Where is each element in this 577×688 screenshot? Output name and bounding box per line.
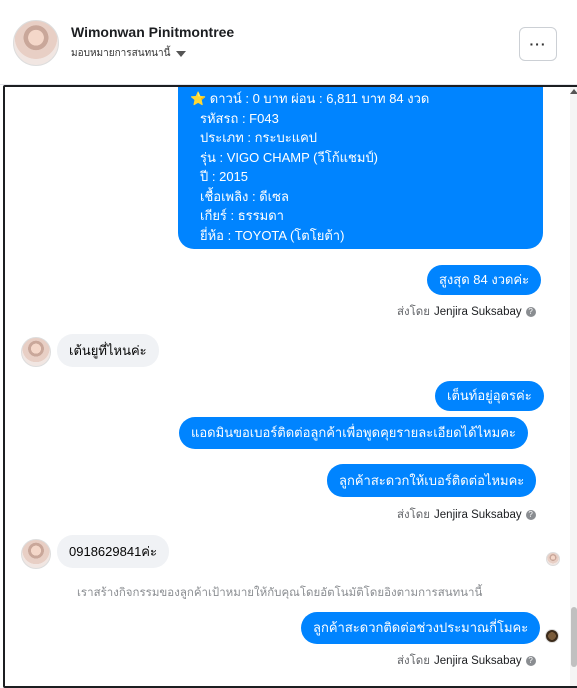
more-options-button[interactable]: ··· bbox=[519, 27, 557, 61]
sent-by-label: ส่งโดย Jenjira Suksabay? bbox=[397, 506, 536, 524]
message-bubble-incoming: 0918629841ค่ะ bbox=[57, 535, 169, 568]
message-bubble-outgoing: แอดมินขอเบอร์ติดต่อลูกค้าเพื่อพูดคุยรายล… bbox=[179, 417, 528, 449]
message-bubble-details: ⭐ ดาวน์ : 0 บาท ผ่อน : 6,811 บาท 84 งวด … bbox=[178, 87, 543, 249]
detail-line: เชื้อเพลิง : ดีเซล bbox=[200, 188, 289, 204]
detail-line: ยี่ห้อ : TOYOTA (โตโยต้า) bbox=[200, 227, 345, 243]
message-bubble-outgoing: สูงสุด 84 งวดค่ะ bbox=[427, 265, 542, 295]
seen-receipt-avatar bbox=[545, 629, 559, 643]
contact-avatar-small bbox=[21, 337, 51, 367]
help-icon[interactable]: ? bbox=[525, 510, 536, 520]
caret-down-icon bbox=[176, 50, 187, 57]
detail-line: เกียร์ : ธรรมดา bbox=[200, 208, 284, 223]
detail-line: รุ่น : VIGO CHAMP (วีโก้แชมป์) bbox=[200, 149, 378, 165]
assign-label: มอบหมายการสนทนานี้ bbox=[71, 48, 171, 59]
message-thread[interactable]: ⭐ ดาวน์ : 0 บาท ผ่อน : 6,811 บาท 84 งวด … bbox=[3, 85, 577, 688]
message-bubble-outgoing: เต็นท์อยู่อุดรค่ะ bbox=[435, 381, 544, 411]
detail-line: ปี : 2015 bbox=[200, 169, 249, 184]
scroll-up-arrow-icon[interactable] bbox=[570, 89, 577, 94]
message-bubble-outgoing: ลูกค้าสะดวกติดต่อช่วงประมาณกี่โมคะ bbox=[301, 612, 541, 644]
contact-name[interactable]: Wimonwan Pinitmontree bbox=[71, 24, 234, 40]
contact-avatar-small bbox=[21, 539, 51, 569]
scrollbar-thumb[interactable] bbox=[571, 607, 577, 667]
chat-header: Wimonwan Pinitmontree มอบหมายการสนทนานี้… bbox=[0, 0, 577, 85]
message-bubble-outgoing: ลูกค้าสะดวกให้เบอร์ติดต่อไหมคะ bbox=[327, 464, 537, 497]
detail-line: รหัสรถ : F043 bbox=[200, 110, 279, 126]
assign-conversation[interactable]: มอบหมายการสนทนานี้ bbox=[71, 46, 187, 61]
seen-receipt-avatar bbox=[546, 552, 560, 566]
sent-by-label: ส่งโดย Jenjira Suksabay? bbox=[397, 303, 536, 321]
help-icon[interactable]: ? bbox=[525, 307, 536, 317]
help-icon[interactable]: ? bbox=[525, 656, 536, 666]
detail-line: ประเภท : กระบะแคป bbox=[200, 130, 318, 145]
contact-avatar[interactable] bbox=[13, 20, 59, 66]
activity-info-text: เราสร้างกิจกรรมของลูกค้าเป้าหมายให้กับคุ… bbox=[77, 587, 483, 599]
detail-line: ⭐ ดาวน์ : 0 บาท ผ่อน : 6,811 บาท 84 งวด bbox=[190, 91, 430, 106]
scrollbar[interactable] bbox=[570, 87, 577, 686]
message-bubble-incoming: เต้นยูที่ไหนค่ะ bbox=[57, 334, 159, 367]
sent-by-label: ส่งโดย Jenjira Suksabay? bbox=[397, 652, 536, 670]
